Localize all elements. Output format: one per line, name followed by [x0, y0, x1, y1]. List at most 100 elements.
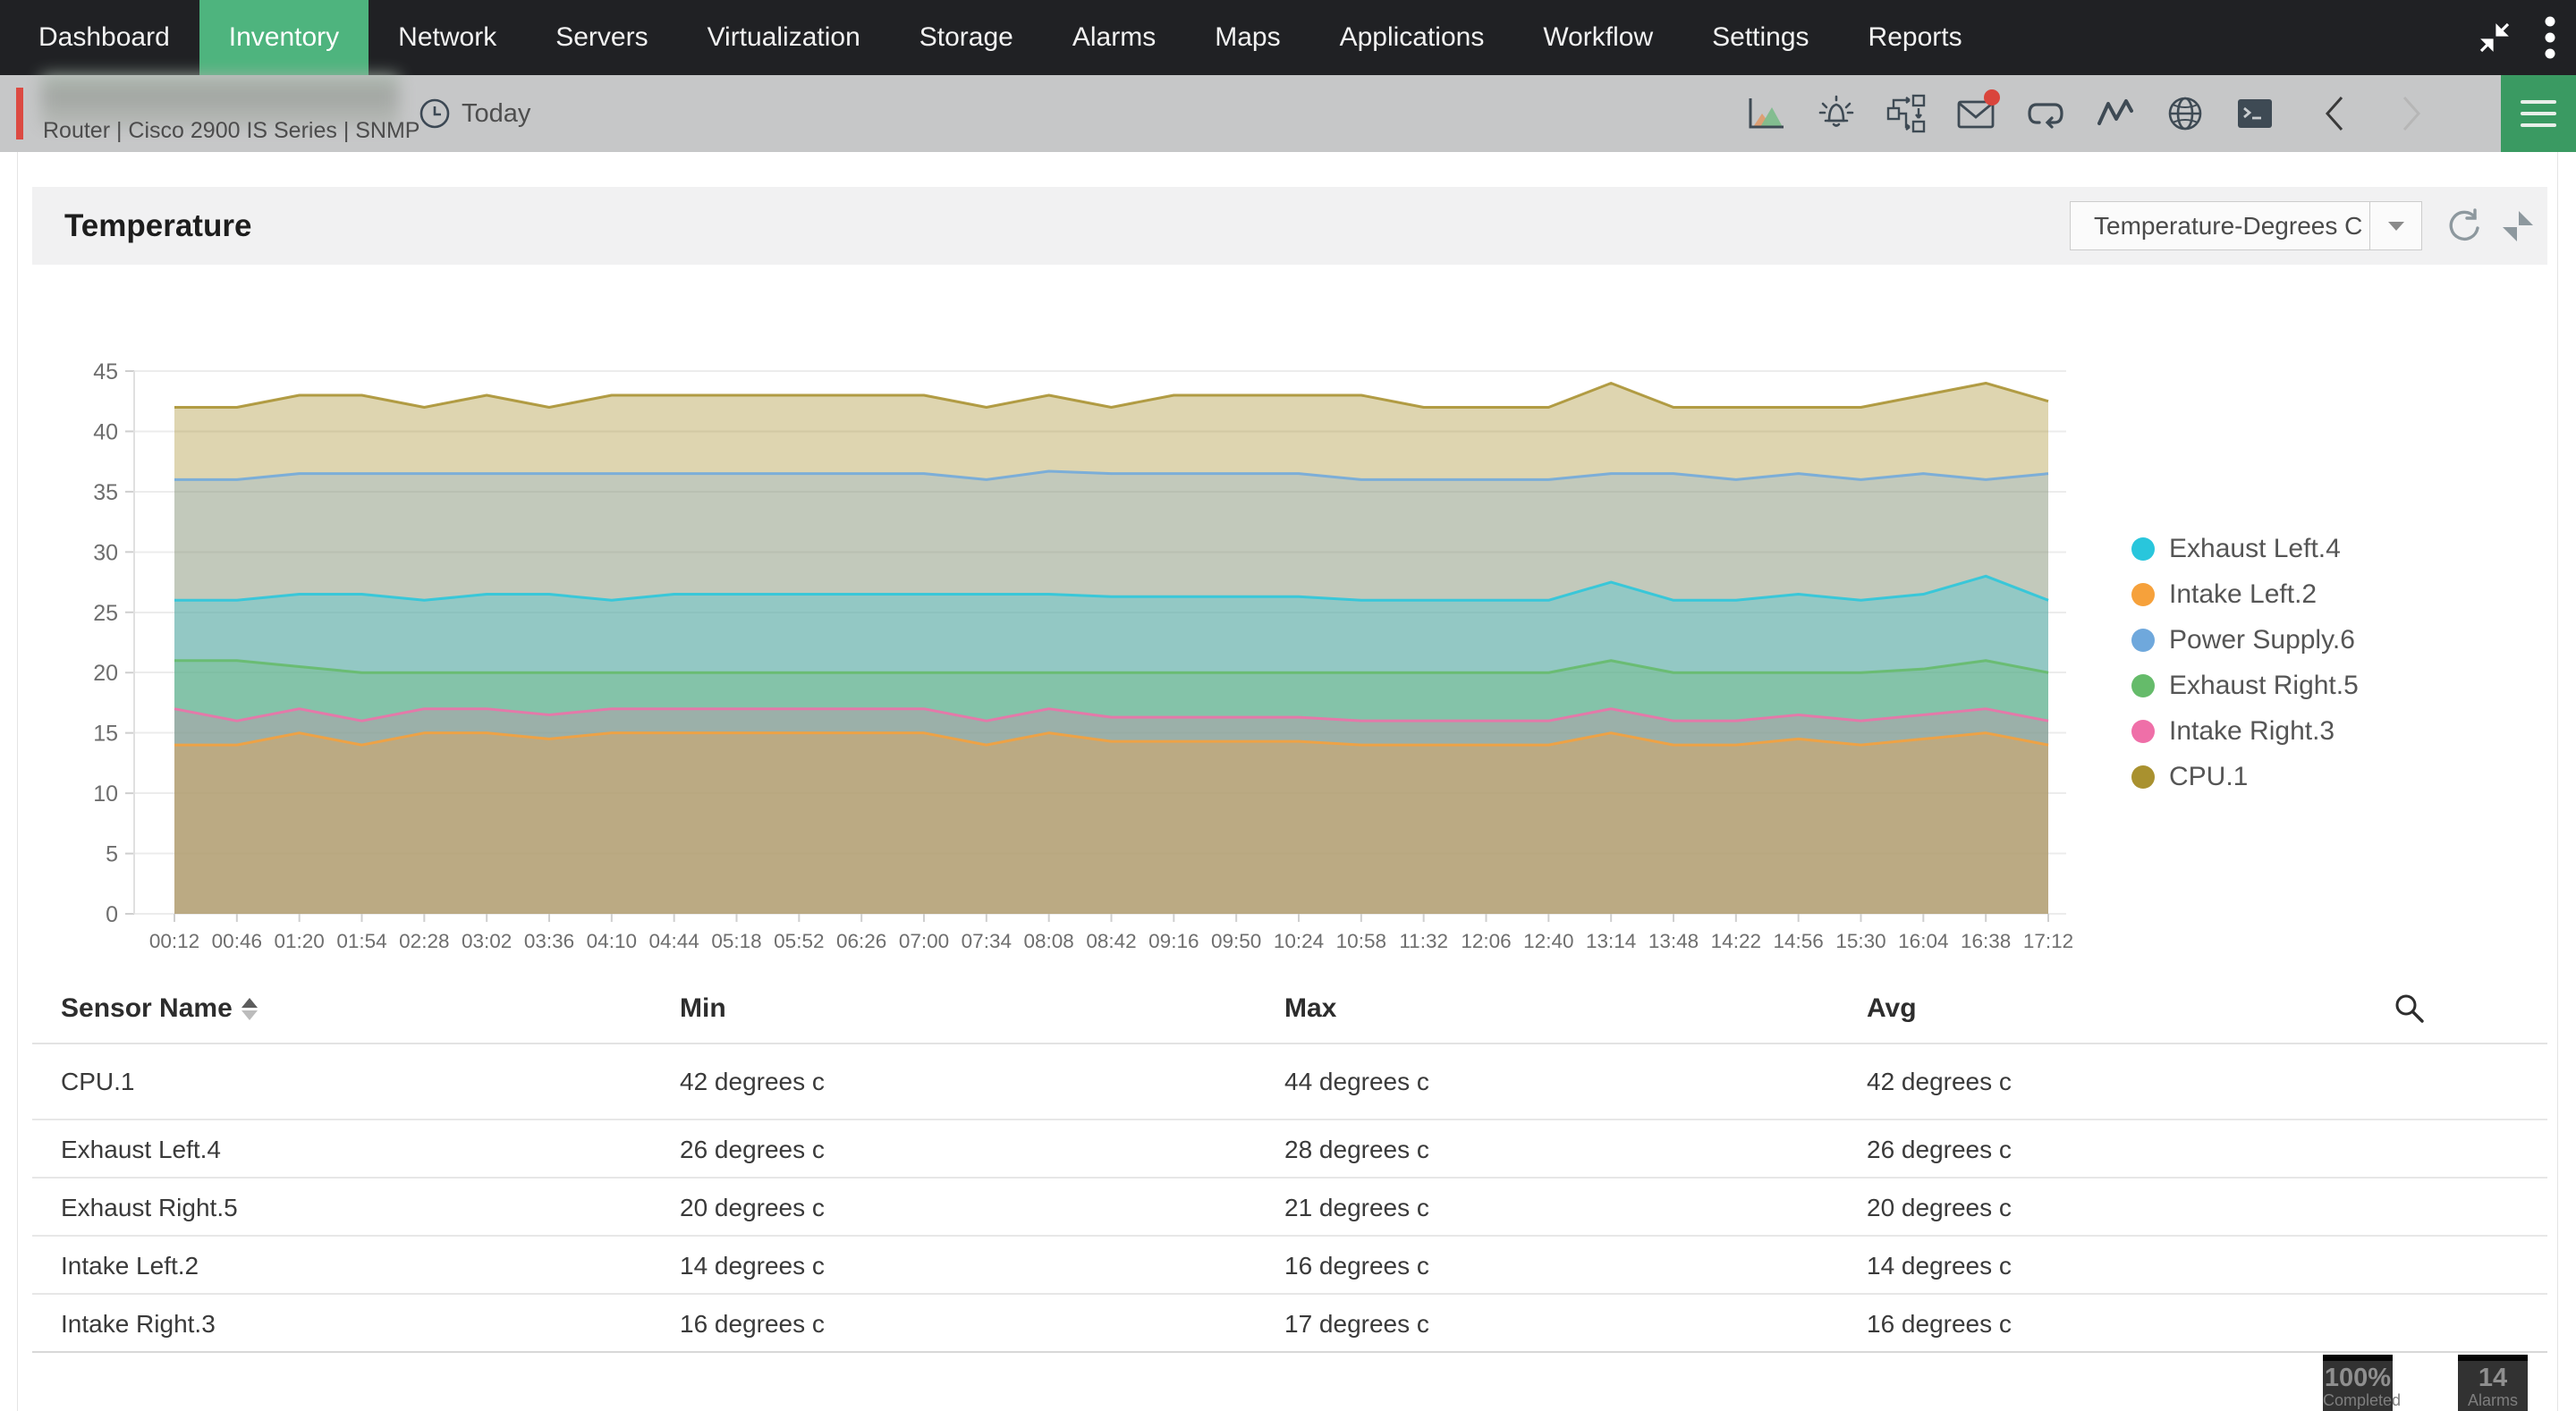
chevron-right-icon[interactable]: [2394, 91, 2429, 136]
table-cell: Intake Left.2: [61, 1252, 199, 1280]
table-cell: 16 degrees c: [1284, 1252, 1429, 1280]
time-filter[interactable]: Today: [419, 75, 530, 152]
x-tick-label: 14:56: [1774, 930, 1824, 952]
globe-icon[interactable]: [2165, 93, 2206, 134]
y-tick-label: 30: [93, 540, 118, 565]
hamburger-menu-icon[interactable]: [2501, 75, 2576, 152]
nav-item-settings[interactable]: Settings: [1682, 0, 1838, 75]
x-tick-label: 12:40: [1523, 930, 1573, 952]
nav-item-maps[interactable]: Maps: [1185, 0, 1309, 75]
x-tick-label: 08:42: [1086, 930, 1136, 952]
nav-item-inventory[interactable]: Inventory: [199, 0, 369, 75]
x-tick-label: 10:24: [1274, 930, 1324, 952]
alarms-value: 14: [2478, 1364, 2508, 1392]
table-cell: 21 degrees c: [1284, 1194, 1429, 1221]
search-icon[interactable]: [2392, 991, 2428, 1027]
x-tick-label: 03:36: [524, 930, 574, 952]
x-tick-label: 08:08: [1024, 930, 1074, 952]
table-cell: 44 degrees c: [1284, 1068, 1429, 1095]
table-row-intake-left-2[interactable]: Intake Left.2 14 degrees c 16 degrees c 14 …: [32, 1237, 2547, 1295]
alarms-badge[interactable]: 14 Alarms: [2458, 1355, 2528, 1411]
collapse-icon[interactable]: [2476, 19, 2513, 56]
terminal-icon[interactable]: [2234, 93, 2275, 134]
panel-header: Temperature Temperature-Degrees C: [32, 187, 2547, 265]
nav-item-network[interactable]: Network: [369, 0, 526, 75]
legend-item-cpu-1[interactable]: CPU.1: [2131, 762, 2359, 792]
alarm-bell-icon[interactable]: [1816, 93, 1857, 134]
table-row-intake-right-3[interactable]: Intake Right.3 16 degrees c 17 degrees c 16…: [32, 1295, 2547, 1353]
main-nav-items: Dashboard Inventory Network Servers Virtuali…: [9, 0, 1992, 75]
monitor-zigzag-icon[interactable]: [2095, 93, 2136, 134]
table-cell: CPU.1: [61, 1068, 135, 1095]
x-tick-label: 16:04: [1898, 930, 1948, 952]
table-row-cpu-1[interactable]: CPU.1 42 degrees c 44 degrees c 42 degrees …: [32, 1043, 2547, 1120]
x-tick-label: 09:16: [1148, 930, 1199, 952]
nav-item-dashboard[interactable]: Dashboard: [9, 0, 199, 75]
chevron-left-icon[interactable]: [2317, 91, 2352, 136]
nav-item-workflow[interactable]: Workflow: [1513, 0, 1682, 75]
legend-dot: [2131, 720, 2155, 743]
table-cell: 16 degrees c: [1867, 1310, 2012, 1338]
dropdown-arrow[interactable]: [2369, 202, 2421, 249]
top-nav: Dashboard Inventory Network Servers Virtuali…: [0, 0, 2576, 75]
loop-icon[interactable]: [2025, 93, 2066, 134]
mail-icon[interactable]: [1955, 89, 2000, 134]
x-tick-label: 03:02: [462, 930, 512, 952]
column-header-min[interactable]: Min: [680, 975, 726, 1043]
x-tick-label: 15:30: [1835, 930, 1885, 952]
x-tick-label: 11:32: [1399, 930, 1448, 952]
column-header-avg[interactable]: Avg: [1867, 975, 1917, 1043]
completed-badge[interactable]: 100% Completed: [2323, 1355, 2402, 1411]
nav-item-reports[interactable]: Reports: [1839, 0, 1992, 75]
x-tick-label: 05:18: [711, 930, 761, 952]
table-cell: Exhaust Right.5: [61, 1194, 238, 1221]
y-tick-label: 5: [106, 842, 118, 867]
table-cell: 14 degrees c: [680, 1252, 825, 1280]
table-cell: 20 degrees c: [1867, 1194, 2012, 1221]
nav-item-alarms[interactable]: Alarms: [1043, 0, 1185, 75]
x-tick-label: 09:50: [1211, 930, 1261, 952]
legend-item-exhaust-left-4[interactable]: Exhaust Left.4: [2131, 534, 2359, 564]
legend-label: Intake Left.2: [2169, 579, 2318, 609]
y-tick-label: 45: [93, 359, 118, 384]
table-row-exhaust-left-4[interactable]: Exhaust Left.4 26 degrees c 28 degrees c 26…: [32, 1120, 2547, 1179]
x-tick-label: 13:48: [1648, 930, 1699, 952]
alarms-label: Alarms: [2467, 1391, 2518, 1409]
table-cell: 16 degrees c: [680, 1310, 825, 1338]
performance-graph-icon[interactable]: [1746, 93, 1787, 134]
legend-dot: [2131, 629, 2155, 652]
compare-icon[interactable]: [2499, 207, 2537, 245]
badge-strip: [2458, 1355, 2528, 1361]
kebab-menu-icon[interactable]: [2544, 14, 2556, 61]
nav-item-virtualization[interactable]: Virtualization: [678, 0, 890, 75]
x-tick-label: 00:46: [212, 930, 262, 952]
y-tick-label: 15: [93, 722, 118, 747]
y-tick-label: 25: [93, 601, 118, 626]
legend-label: Intake Right.3: [2169, 716, 2335, 746]
column-header-max[interactable]: Max: [1284, 975, 1336, 1043]
legend-item-power-supply-6[interactable]: Power Supply.6: [2131, 625, 2359, 655]
x-tick-label: 02:28: [399, 930, 449, 952]
nav-item-servers[interactable]: Servers: [526, 0, 677, 75]
table-cell: 42 degrees c: [1867, 1068, 2012, 1095]
x-tick-label: 05:52: [774, 930, 824, 952]
table-row-exhaust-right-5[interactable]: Exhaust Right.5 20 degrees c 21 degrees c 2…: [32, 1179, 2547, 1237]
metric-dropdown-value: Temperature-Degrees C: [2094, 212, 2363, 240]
refresh-icon[interactable]: [2445, 207, 2483, 245]
sort-icon: [241, 997, 258, 1020]
legend-item-exhaust-right-5[interactable]: Exhaust Right.5: [2131, 671, 2359, 701]
x-tick-label: 16:38: [1961, 930, 2011, 952]
completed-label: Completed: [2323, 1391, 2402, 1409]
x-tick-label: 14:22: [1711, 930, 1761, 952]
legend-item-intake-right-3[interactable]: Intake Right.3: [2131, 716, 2359, 747]
metric-dropdown[interactable]: Temperature-Degrees C: [2070, 201, 2422, 250]
nav-item-applications[interactable]: Applications: [1310, 0, 1514, 75]
workflow-icon[interactable]: [1885, 93, 1927, 134]
x-tick-label: 00:12: [149, 930, 199, 952]
clock-icon: [419, 98, 450, 129]
nav-item-storage[interactable]: Storage: [890, 0, 1043, 75]
legend-label: Power Supply.6: [2169, 625, 2355, 655]
time-filter-label: Today: [462, 98, 531, 128]
column-header-sensor-name[interactable]: Sensor Name: [61, 975, 258, 1043]
legend-item-intake-left-2[interactable]: Intake Left.2: [2131, 579, 2359, 610]
